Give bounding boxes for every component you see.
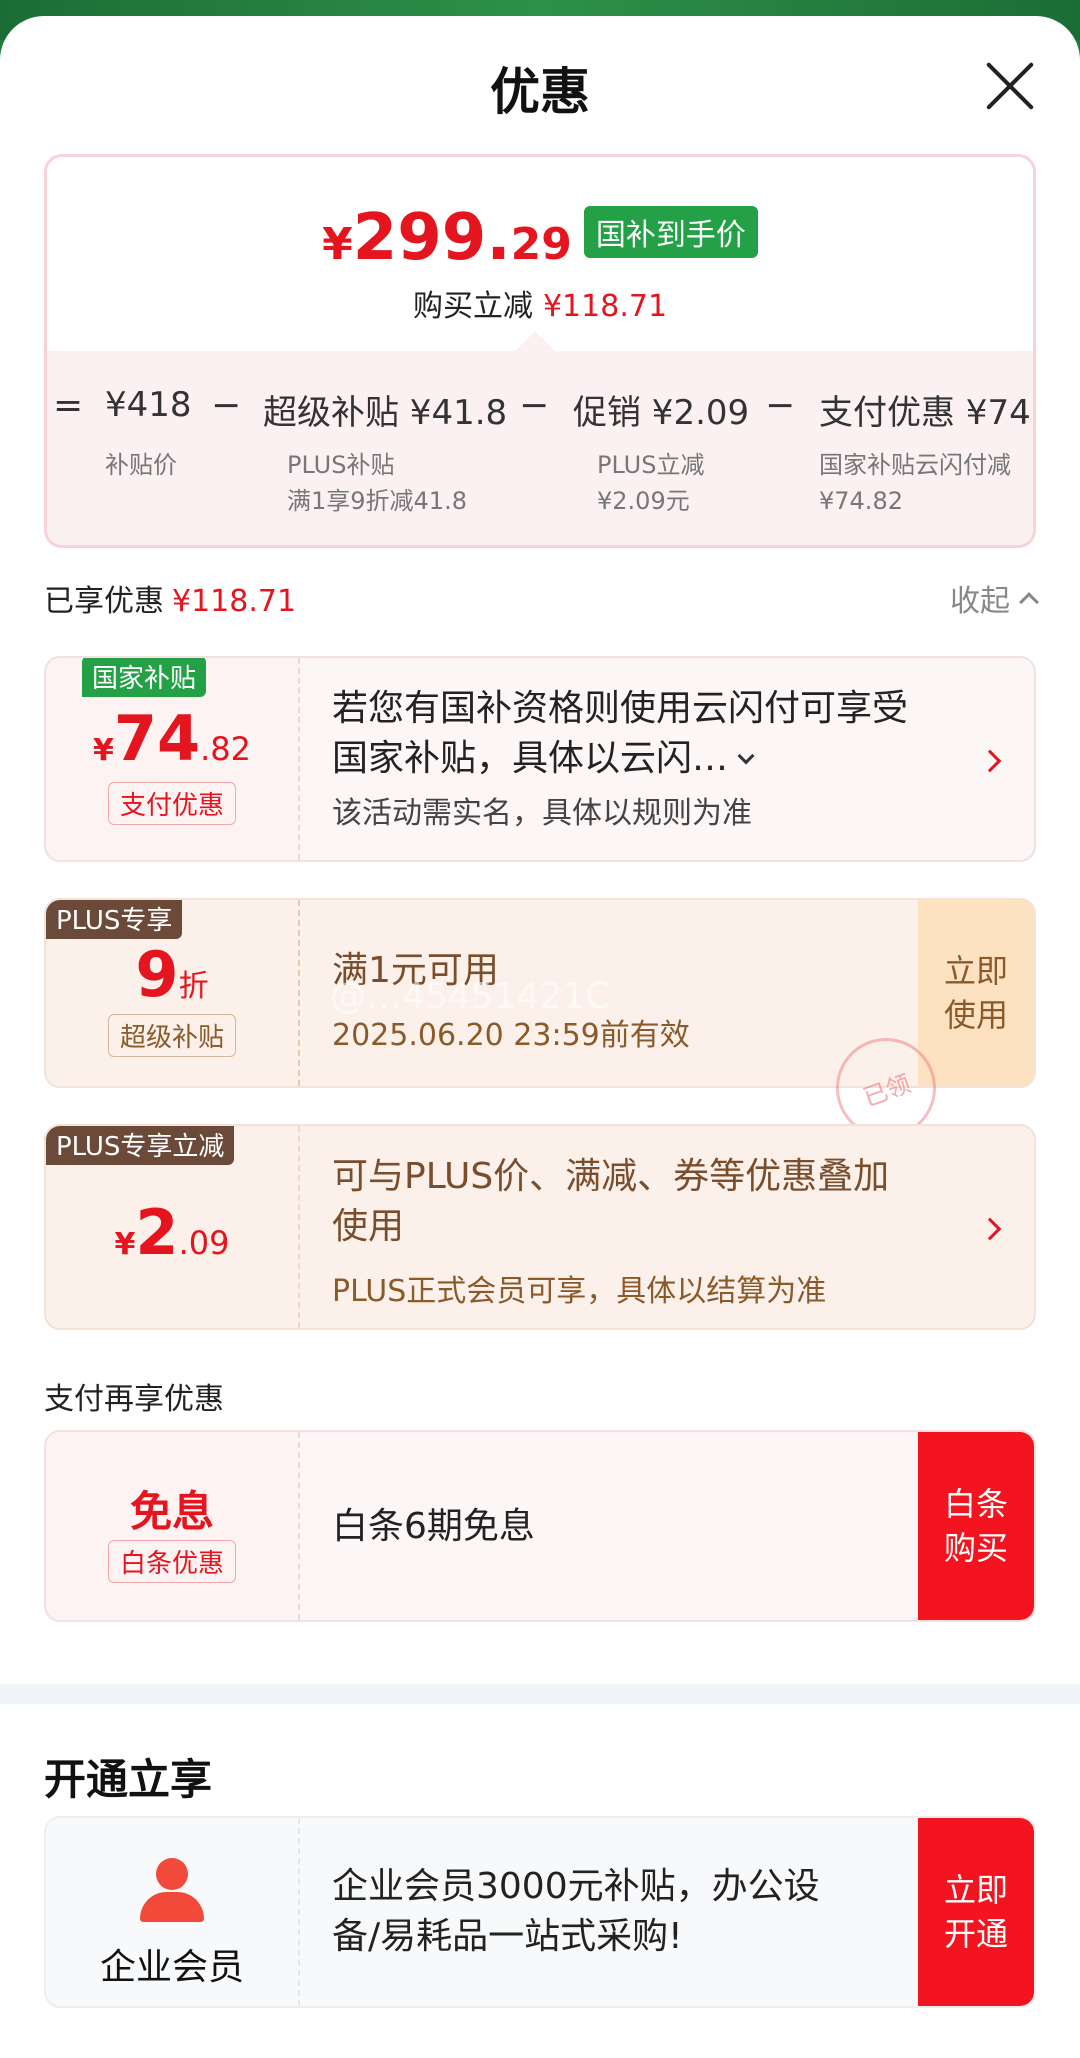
page-title: 优惠 xyxy=(490,63,590,121)
person-icon xyxy=(140,1858,204,1922)
breakdown-super-subsidy-detail: 满1享9折减41.8 xyxy=(287,487,467,515)
coupon-description: 若您有国补资格则使用云闪付可享受 国家补贴，具体以云闪… xyxy=(332,688,909,779)
plus-exclusive-reduce-tag: PLUS专享立减 xyxy=(46,1126,235,1165)
coupon-amount: ¥74.82 xyxy=(92,702,252,775)
member-left: 企业会员 xyxy=(46,1818,298,2006)
coupon-left: 国家补贴 ¥74.82 支付优惠 xyxy=(46,658,298,860)
enjoyed-amount: ¥118.71 xyxy=(172,584,297,619)
reduce-row: 购买立减 ¥118.71 xyxy=(47,281,1033,325)
collapse-toggle[interactable]: 收起 xyxy=(950,576,1039,620)
pay-section-label: 支付再享优惠 xyxy=(44,1382,224,1417)
plus-exclusive-tag: PLUS专享 xyxy=(46,900,183,939)
enjoyed-label: 已享优惠 xyxy=(44,584,164,619)
coupon-discount: 9折 xyxy=(135,938,209,1011)
close-icon[interactable] xyxy=(984,60,1036,112)
op-minus: − xyxy=(211,385,242,426)
breakdown-scroll[interactable]: = ¥418 补贴价 − 超级补贴 ¥41.8 PLUS补贴 满1享9折减41.… xyxy=(47,351,1033,545)
coupon-description: 可与PLUS价、满减、券等优惠叠加 使用 xyxy=(332,1156,890,1247)
price-breakdown[interactable]: = ¥418 补贴价 − 超级补贴 ¥41.8 PLUS补贴 满1享9折减41.… xyxy=(47,351,1033,545)
reduce-amount: ¥118.71 xyxy=(542,289,668,324)
final-price-row: ¥299.29 国补到手价 xyxy=(47,201,1033,275)
member-description: 企业会员3000元补贴，办公设 备/易耗品一站式采购! xyxy=(332,1866,820,1957)
chevron-up-icon xyxy=(1019,592,1039,612)
price-summary-top: ¥299.29 国补到手价 购买立减 ¥118.71 xyxy=(47,157,1033,351)
breakdown-payment: 支付优惠 ¥74.82 xyxy=(819,393,1033,433)
national-subsidy-price-badge: 国补到手价 xyxy=(583,206,758,258)
open-now-button[interactable]: 立即 开通 xyxy=(918,1818,1034,2006)
coupon-left: PLUS专享 9折 超级补贴 xyxy=(46,900,298,1086)
baitiao-discount-tag: 白条优惠 xyxy=(108,1540,236,1583)
breakdown-promo-detail: ¥2.09元 xyxy=(597,487,690,515)
watermark: @…45451421C xyxy=(330,976,611,1017)
plus-reduce-card[interactable]: PLUS专享立减 ¥2.09 可与PLUS价、满减、券等优惠叠加 使用 PLUS… xyxy=(44,1124,1036,1330)
coupon-left: 免息 白条优惠 xyxy=(46,1432,298,1620)
coupon-body: 若您有国补资格则使用云闪付可享受 国家补贴，具体以云闪… 该活动需实名，具体以规… xyxy=(298,658,1034,860)
super-subsidy-tag: 超级补贴 xyxy=(108,1014,236,1057)
discount-sheet: 优惠 ¥299.29 国补到手价 购买立减 ¥118.71 = ¥418 补贴价 −… xyxy=(0,16,1080,2058)
interest-free-label: 免息 xyxy=(129,1487,214,1536)
final-price: ¥299.29 xyxy=(322,201,572,275)
breakdown-base-label: 补贴价 xyxy=(105,451,177,479)
baitiao-buy-button[interactable]: 白条 购买 xyxy=(918,1432,1034,1620)
op-minus: − xyxy=(765,385,796,426)
enterprise-member-card[interactable]: 企业会员 企业会员3000元补贴，办公设 备/易耗品一站式采购! 立即 开通 xyxy=(44,1816,1036,2008)
op-equals: = xyxy=(53,385,84,426)
breakdown-payment-label: 国家补贴云闪付减 xyxy=(819,451,1011,479)
coupon-amount: ¥2.09 xyxy=(114,1196,230,1269)
chevron-right-icon[interactable] xyxy=(978,1217,1002,1241)
section-divider xyxy=(0,1684,1080,1704)
breakdown-promo-label: PLUS立减 xyxy=(597,451,705,479)
member-label: 企业会员 xyxy=(99,1947,244,1988)
national-subsidy-tag: 国家补贴 xyxy=(82,658,207,697)
coupon-note: 该活动需实名，具体以规则为准 xyxy=(332,796,752,831)
use-now-button[interactable]: 立即使用 xyxy=(918,900,1034,1086)
payment-discount-tag: 支付优惠 xyxy=(108,782,236,825)
coupon-note: PLUS正式会员可享，具体以结算为准 xyxy=(332,1274,827,1309)
coupon-left: PLUS专享立减 ¥2.09 xyxy=(46,1126,298,1328)
national-subsidy-card[interactable]: 国家补贴 ¥74.82 支付优惠 若您有国补资格则使用云闪付可享受 国家补贴，具… xyxy=(44,656,1036,862)
baitiao-description: 白条6期免息 xyxy=(332,1506,535,1547)
breakdown-super-subsidy-label: PLUS补贴 xyxy=(287,451,395,479)
open-section-title: 开通立享 xyxy=(44,1755,213,1804)
reduce-label: 购买立减 xyxy=(412,289,533,324)
breakdown-super-subsidy: 超级补贴 ¥41.8 xyxy=(263,393,508,433)
breakdown-promo: 促销 ¥2.09 xyxy=(573,393,750,433)
baitiao-card[interactable]: 免息 白条优惠 白条6期免息 白条 购买 xyxy=(44,1430,1036,1622)
breakdown-payment-detail: ¥74.82 xyxy=(819,487,903,515)
enjoyed-discount-header: 已享优惠 ¥118.71 xyxy=(44,576,296,620)
coupon-body: 可与PLUS价、满减、券等优惠叠加 使用 PLUS正式会员可享，具体以结算为准 xyxy=(298,1126,1034,1328)
breakdown-base-price: ¥418 xyxy=(105,385,192,425)
chevron-down-icon[interactable] xyxy=(737,747,755,765)
op-minus: − xyxy=(519,385,550,426)
price-summary-card: ¥299.29 国补到手价 购买立减 ¥118.71 = ¥418 补贴价 − 超级… xyxy=(44,154,1036,548)
chevron-right-icon[interactable] xyxy=(978,749,1002,773)
collapse-label: 收起 xyxy=(950,584,1010,619)
